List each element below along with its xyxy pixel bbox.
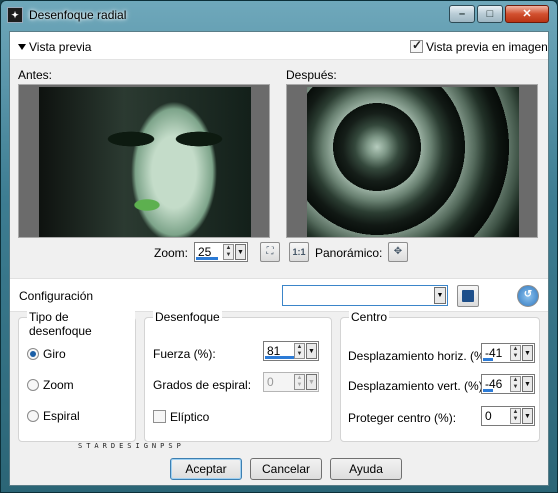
- configuration-label: Configuración: [19, 289, 94, 303]
- blur-type-title: Tipo de desenfoque: [27, 310, 135, 338]
- giro-label: Giro: [43, 347, 66, 361]
- v-offset-label: Desplazamiento vert. (%):: [348, 379, 487, 393]
- spiral-dropdown-icon[interactable]: ▼: [306, 374, 317, 390]
- blur-title: Desenfoque: [153, 310, 222, 324]
- protect-center-spinbox[interactable]: 0 ▲ ▼ ▼: [481, 406, 535, 426]
- zoom-spinbox[interactable]: 25 ▲ ▼ ▼: [194, 242, 248, 262]
- cancel-button[interactable]: Cancelar: [250, 458, 322, 480]
- preview-in-image-checkbox[interactable]: Vista previa en imagen: [410, 38, 548, 54]
- h-offset-up-down-icon[interactable]: ▲ ▼: [510, 345, 521, 361]
- zoom-label: Zoom:: [154, 246, 189, 260]
- v-offset-up-down-icon[interactable]: ▲ ▼: [510, 376, 521, 392]
- strength-label: Fuerza (%):: [153, 347, 216, 361]
- help-button[interactable]: Ayuda: [330, 458, 402, 480]
- protect-up-down-icon[interactable]: ▲ ▼: [510, 408, 521, 424]
- preset-combobox[interactable]: ▼: [282, 285, 448, 306]
- center-title: Centro: [349, 310, 390, 324]
- h-offset-label: Desplazamiento horiz. (%):: [348, 349, 493, 363]
- v-offset-spinbox[interactable]: -46 ▲ ▼ ▼: [481, 374, 535, 394]
- collapse-triangle-icon: [18, 44, 26, 50]
- zoom-level-bar: [196, 257, 218, 260]
- h-offset-dropdown-icon[interactable]: ▼: [522, 345, 533, 361]
- after-preview-image: [307, 87, 519, 237]
- maximize-button[interactable]: □: [477, 5, 503, 23]
- blur-type-giro-radio[interactable]: Giro: [27, 347, 66, 361]
- configuration-row: Configuración ▼ ↺: [10, 278, 548, 312]
- window-title: Desenfoque radial: [29, 8, 127, 22]
- zoom-dropdown-icon[interactable]: ▼: [235, 244, 246, 260]
- v-offset-dropdown-icon[interactable]: ▼: [522, 376, 533, 392]
- protect-dropdown-icon[interactable]: ▼: [522, 408, 533, 424]
- blur-group: Desenfoque Fuerza (%): 81 ▲ ▼ ▼ Grados de…: [144, 310, 332, 442]
- dialog-client-area: Vista previa Vista previa en imagen Ante…: [9, 31, 549, 486]
- dialog-window: ✦ Desenfoque radial – □ ✕ Vista previa V…: [0, 0, 558, 493]
- h-offset-spinbox[interactable]: -41 ▲ ▼ ▼: [481, 343, 535, 363]
- close-button[interactable]: ✕: [505, 5, 549, 23]
- minimize-button[interactable]: –: [449, 5, 475, 23]
- preview-in-image-label: Vista previa en imagen: [426, 40, 548, 54]
- blur-type-zoom-radio[interactable]: Zoom: [27, 378, 74, 392]
- radio-selected-icon[interactable]: [27, 348, 39, 360]
- protect-center-value[interactable]: 0: [485, 409, 492, 423]
- elliptic-checkbox-box[interactable]: [153, 410, 166, 423]
- strength-level-bar: [265, 356, 297, 359]
- spiral-degrees-spinbox[interactable]: 0 ▲ ▼ ▼: [263, 372, 319, 392]
- pan-label: Panorámico:: [315, 246, 383, 260]
- strength-spinbox[interactable]: 81 ▲ ▼ ▼: [263, 341, 319, 361]
- blur-type-spiral-radio[interactable]: Espiral: [27, 409, 80, 423]
- ok-button[interactable]: Aceptar: [170, 458, 242, 480]
- save-preset-button[interactable]: [457, 285, 479, 307]
- after-label: Después:: [286, 68, 337, 82]
- elliptic-label: Elíptico: [170, 410, 210, 424]
- preview-header: Vista previa Vista previa en imagen: [10, 32, 548, 60]
- protect-center-label: Proteger centro (%):: [348, 411, 457, 425]
- radio-unselected-icon[interactable]: [27, 379, 39, 391]
- spiral-option-label: Espiral: [43, 409, 80, 423]
- fit-view-button[interactable]: ⛶: [260, 242, 280, 262]
- pan-move-button[interactable]: ✥: [388, 242, 408, 262]
- floppy-disk-icon: [462, 290, 474, 302]
- title-bar[interactable]: ✦ Desenfoque radial – □ ✕: [1, 1, 557, 31]
- spiral-degrees-value[interactable]: 0: [267, 375, 274, 389]
- one-to-one-button[interactable]: 1:1: [289, 242, 309, 262]
- spiral-degrees-label: Grados de espiral:: [153, 378, 252, 392]
- preview-toggle-label: Vista previa: [29, 40, 92, 54]
- center-group: Centro Desplazamiento horiz. (%): -41 ▲ ▼…: [340, 310, 540, 442]
- preview-toggle[interactable]: Vista previa: [18, 40, 91, 54]
- watermark-text: STARDESIGNPSP: [78, 442, 185, 450]
- zoom-option-label: Zoom: [43, 378, 74, 392]
- strength-dropdown-icon[interactable]: ▼: [306, 343, 317, 359]
- zoom-up-down-icon[interactable]: ▲ ▼: [223, 244, 234, 260]
- app-icon: ✦: [7, 7, 23, 23]
- before-preview-pane[interactable]: [18, 84, 270, 238]
- radio-unselected-icon[interactable]: [27, 410, 39, 422]
- before-preview-image: [39, 87, 251, 237]
- checkbox-box[interactable]: [410, 38, 423, 53]
- preset-dropdown-icon[interactable]: ▼: [434, 287, 446, 304]
- spiral-up-down-icon[interactable]: ▲ ▼: [294, 374, 305, 390]
- strength-up-down-icon[interactable]: ▲ ▼: [294, 343, 305, 359]
- after-preview-pane[interactable]: [286, 84, 538, 238]
- h-offset-level-bar: [483, 358, 493, 361]
- blur-type-group: Tipo de desenfoque Giro Zoom Espiral: [18, 310, 136, 442]
- reset-defaults-button[interactable]: ↺: [517, 285, 539, 307]
- v-offset-level-bar: [483, 389, 493, 392]
- elliptic-checkbox[interactable]: Elíptico: [153, 410, 209, 424]
- before-label: Antes:: [18, 68, 53, 82]
